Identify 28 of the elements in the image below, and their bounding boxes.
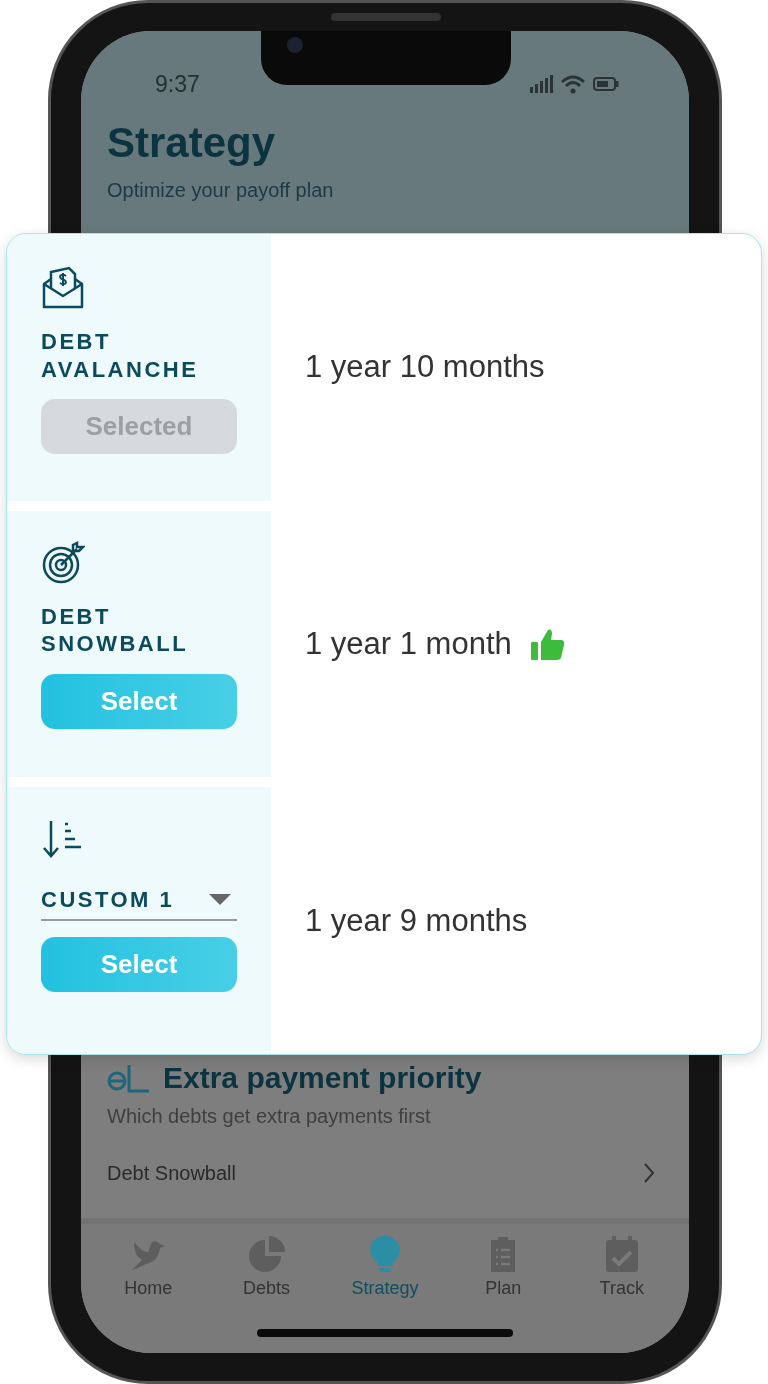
status-time: 9:37: [155, 70, 200, 98]
tab[interactable]: Strategy: [334, 1234, 435, 1299]
page-subtitle: Optimize your payoff plan: [107, 179, 335, 202]
wifi-icon: [560, 74, 586, 94]
caret-icon: [209, 894, 231, 907]
payoff-duration: 1 year 1 month: [305, 626, 512, 662]
priority-row[interactable]: Debt Snowball: [107, 1128, 663, 1218]
signal-icon: [529, 75, 553, 93]
tab[interactable]: Debts: [216, 1234, 317, 1299]
strategy-dropdown[interactable]: CUSTOM 1: [41, 883, 237, 922]
target-icon: [41, 540, 85, 585]
payoff-duration: 1 year 10 months: [305, 349, 545, 386]
strategy-name: DEBT AVALANCHE: [41, 328, 199, 383]
select-button[interactable]: Select: [41, 937, 237, 993]
tab[interactable]: Track: [571, 1234, 672, 1299]
money-envelope-icon: [41, 266, 85, 310]
chevron-right-icon: [643, 1162, 655, 1184]
payoff-duration: 1 year 9 months: [305, 902, 528, 939]
section-title: Extra payment priority: [163, 1061, 482, 1095]
tab[interactable]: Plan: [453, 1234, 554, 1299]
section-subtitle: Which debts get extra payments first: [107, 1105, 432, 1128]
page-title: Strategy: [107, 119, 277, 167]
battery-icon: [593, 77, 619, 91]
pie-chart-icon: [246, 1234, 287, 1274]
select-button[interactable]: Select: [41, 673, 237, 729]
strategy-name: DEBT SNOWBALL: [41, 602, 189, 658]
select-button[interactable]: Selected: [41, 399, 237, 454]
tab[interactable]: Home: [98, 1234, 199, 1299]
